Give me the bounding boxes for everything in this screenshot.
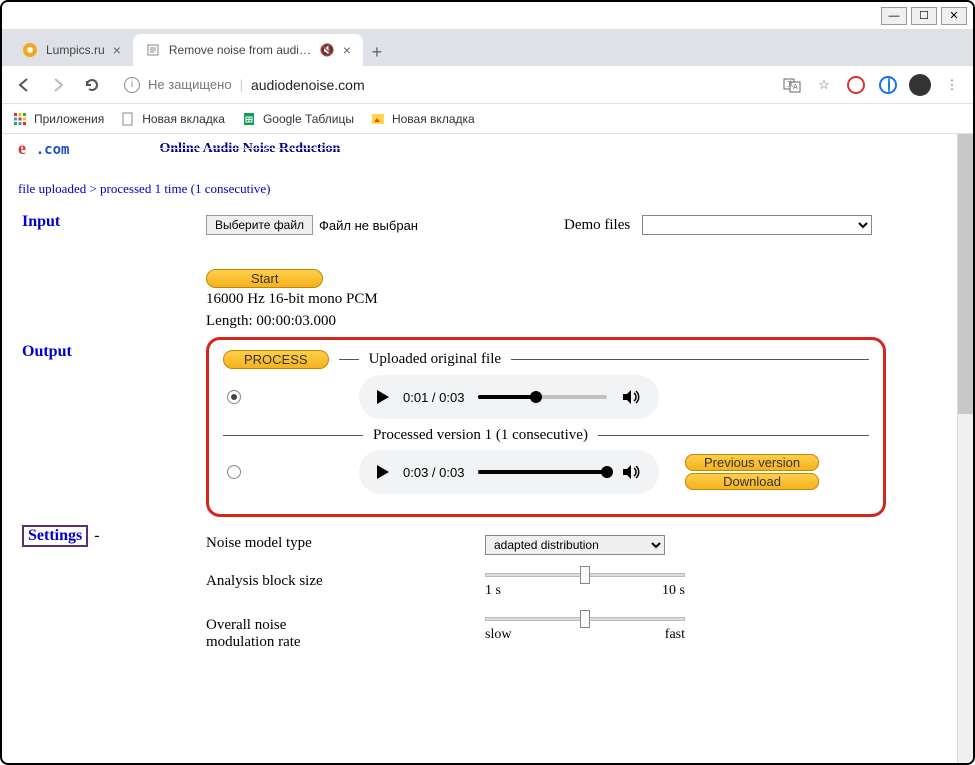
tab-title: Lumpics.ru xyxy=(46,43,105,57)
input-section-label: Input xyxy=(10,209,206,235)
profile-avatar[interactable] xyxy=(909,74,931,96)
original-file-label: Uploaded original file xyxy=(369,351,501,368)
select-processed-radio[interactable] xyxy=(227,465,241,479)
maximize-button[interactable]: ☐ xyxy=(911,7,937,25)
demo-files-select[interactable] xyxy=(642,215,872,235)
audio-player-original: 0:01 / 0:03 xyxy=(359,375,659,419)
forward-button[interactable] xyxy=(46,73,70,97)
noise-model-label: Noise model type xyxy=(206,535,366,552)
window-titlebar: — ☐ ✕ xyxy=(2,2,973,30)
block-size-label: Analysis block size xyxy=(206,573,366,590)
bookmarks-bar: Приложения Новая вкладка Google Таблицы … xyxy=(2,104,973,134)
tab-audiodenoise[interactable]: Remove noise from audio file 🔇 × xyxy=(133,34,363,66)
start-button[interactable]: Start xyxy=(206,269,323,288)
browser-tabbar: Lumpics.ru × Remove noise from audio fil… xyxy=(2,30,973,66)
reload-button[interactable] xyxy=(80,73,104,97)
tab-close-icon[interactable]: × xyxy=(113,42,121,58)
download-button[interactable]: Download xyxy=(685,473,819,490)
slider-min-label: 1 s xyxy=(485,583,501,599)
processed-file-label: Processed version 1 (1 consecutive) xyxy=(373,427,588,444)
status-line: file uploaded > processed 1 time (1 cons… xyxy=(10,163,965,209)
previous-version-button[interactable]: Previous version xyxy=(685,454,819,471)
tab-title: Remove noise from audio file xyxy=(169,43,312,57)
block-size-slider[interactable] xyxy=(485,573,685,577)
file-status-label: Файл не выбран xyxy=(319,218,418,233)
svg-text:A: A xyxy=(793,84,798,91)
play-button[interactable] xyxy=(377,390,389,404)
tab-favicon-icon xyxy=(22,42,38,58)
demo-files-label: Demo files xyxy=(564,217,630,234)
slider-max-label: fast xyxy=(665,627,685,643)
seek-track[interactable] xyxy=(478,470,607,474)
sheets-icon xyxy=(241,111,257,127)
tab-close-icon[interactable]: × xyxy=(343,42,351,58)
url-text: audiodenoise.com xyxy=(251,77,365,93)
choose-file-button[interactable]: Выберите файл xyxy=(206,215,313,235)
output-section-label: Output xyxy=(10,339,206,365)
audio-format-info: 16000 Hz 16-bit mono PCM xyxy=(206,290,965,310)
bookmark-newtab2[interactable]: Новая вкладка xyxy=(370,111,475,127)
audio-player-processed: 0:03 / 0:03 xyxy=(359,450,659,494)
site-logo: e .com xyxy=(18,138,69,159)
vertical-scrollbar[interactable] xyxy=(957,134,973,763)
play-button[interactable] xyxy=(377,465,389,479)
url-field[interactable]: i Не защищено | audiodenoise.com xyxy=(114,71,771,99)
slider-max-label: 10 s xyxy=(662,583,685,599)
globe-extension-icon[interactable] xyxy=(877,74,899,96)
seek-track[interactable] xyxy=(478,395,607,399)
tab-favicon-icon xyxy=(145,42,161,58)
address-bar: i Не защищено | audiodenoise.com 文A ☆ ⋮ xyxy=(2,66,973,104)
tab-lumpics[interactable]: Lumpics.ru × xyxy=(10,34,133,66)
volume-icon[interactable] xyxy=(621,387,641,407)
process-button[interactable]: PROCESS xyxy=(223,350,329,369)
new-tab-button[interactable]: + xyxy=(363,38,391,66)
bookmark-label: Новая вкладка xyxy=(392,112,475,126)
audio-length-info: Length: 00:00:03.000 xyxy=(206,312,965,332)
apps-shortcut[interactable]: Приложения xyxy=(12,111,104,127)
translate-icon[interactable]: 文A xyxy=(781,74,803,96)
minimize-button[interactable]: — xyxy=(881,7,907,25)
bookmark-newtab1[interactable]: Новая вкладка xyxy=(120,111,225,127)
close-button[interactable]: ✕ xyxy=(941,7,967,25)
page-content: e .com Online Audio Noise Reduction file… xyxy=(2,134,973,763)
image-icon xyxy=(370,111,386,127)
modulation-slider[interactable] xyxy=(485,617,685,621)
apps-icon xyxy=(12,111,28,127)
back-button[interactable] xyxy=(12,73,36,97)
page-icon xyxy=(120,111,136,127)
site-slogan: Online Audio Noise Reduction xyxy=(159,141,340,157)
player-time: 0:01 / 0:03 xyxy=(403,390,464,405)
opera-extension-icon[interactable] xyxy=(845,74,867,96)
bookmark-star-icon[interactable]: ☆ xyxy=(813,74,835,96)
slider-min-label: slow xyxy=(485,627,511,643)
modulation-label: Overall noise modulation rate xyxy=(206,617,366,651)
volume-icon[interactable] xyxy=(621,462,641,482)
player-time: 0:03 / 0:03 xyxy=(403,465,464,480)
tab-mute-icon[interactable]: 🔇 xyxy=(320,43,335,57)
bookmark-label: Приложения xyxy=(34,112,104,126)
menu-icon[interactable]: ⋮ xyxy=(941,74,963,96)
site-header: e .com Online Audio Noise Reduction xyxy=(10,134,965,163)
security-warning: Не защищено xyxy=(148,77,232,92)
bookmark-label: Новая вкладка xyxy=(142,112,225,126)
settings-section-label: Settings xyxy=(22,525,88,547)
info-icon[interactable]: i xyxy=(124,77,140,93)
bookmark-sheets[interactable]: Google Таблицы xyxy=(241,111,354,127)
output-highlight-box: PROCESS Uploaded original file 0:01 / 0:… xyxy=(206,337,886,517)
bookmark-label: Google Таблицы xyxy=(263,112,354,126)
select-original-radio[interactable] xyxy=(227,390,241,404)
noise-model-select[interactable]: adapted distribution xyxy=(485,535,665,555)
